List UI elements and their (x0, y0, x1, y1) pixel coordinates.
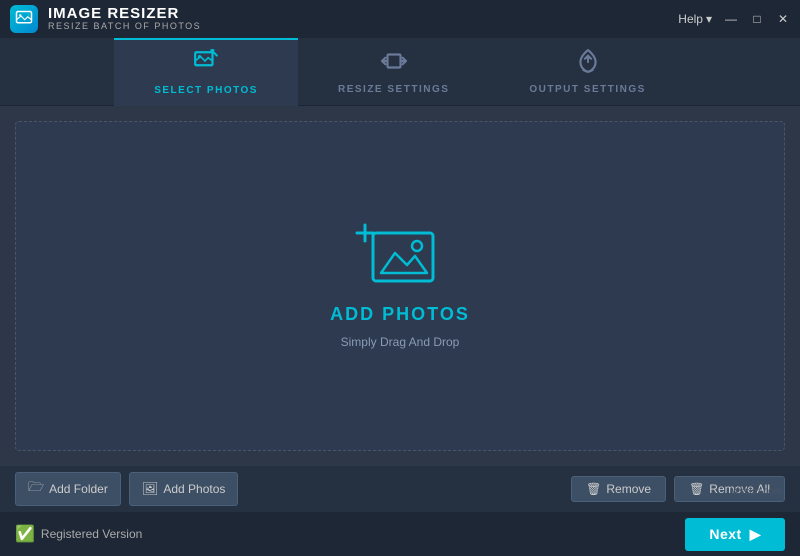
tab-output-settings[interactable]: OUTPUT SETTINGS (489, 38, 685, 105)
folder-icon: 🗁 (28, 478, 44, 500)
resize-settings-icon (381, 48, 407, 80)
tab-resize-settings-label: RESIZE SETTINGS (338, 84, 449, 95)
next-button[interactable]: Next ▶ (685, 518, 785, 551)
maximize-button[interactable]: □ (750, 12, 764, 26)
app-title: IMAGE RESIZER (48, 6, 201, 23)
bottom-right-buttons: 🗑 Remove 🗑 Remove All (571, 476, 785, 502)
title-bar-controls: Help ▾ — □ ✕ (678, 12, 790, 26)
tab-resize-settings[interactable]: RESIZE SETTINGS (298, 38, 489, 105)
app-subtitle: RESIZE BATCH OF PHOTOS (48, 22, 201, 32)
registered-icon: ✅ (15, 524, 35, 544)
remove-button[interactable]: 🗑 Remove (571, 476, 666, 502)
title-bar-left: IMAGE RESIZER RESIZE BATCH OF PHOTOS (10, 5, 201, 33)
drop-zone[interactable]: ADD PHOTOS Simply Drag And Drop (15, 121, 785, 451)
select-photos-icon (193, 49, 219, 81)
output-settings-icon (575, 48, 601, 80)
add-photos-button[interactable]: 🖼 Add Photos (129, 472, 239, 506)
remove-all-button[interactable]: 🗑 Remove All (674, 476, 785, 502)
status-text: Registered Version (41, 527, 142, 541)
tab-select-photos-label: SELECT PHOTOS (154, 85, 258, 96)
minimize-button[interactable]: — (724, 12, 738, 26)
remove-icon: 🗑 (586, 482, 601, 496)
add-folder-button[interactable]: 🗁 Add Folder (15, 472, 121, 506)
add-photos-label: ADD PHOTOS (330, 304, 470, 325)
next-arrow-icon: ▶ (750, 526, 761, 543)
remove-all-icon: 🗑 (689, 482, 704, 496)
help-button[interactable]: Help ▾ (678, 12, 712, 26)
bottom-toolbar: 🗁 Add Folder 🖼 Add Photos 🗑 Remove 🗑 Rem… (0, 466, 800, 512)
status-bar: ✅ Registered Version Next ▶ (0, 512, 800, 556)
tabs-bar: SELECT PHOTOS RESIZE SETTINGS OUTPUT SET… (0, 38, 800, 106)
add-photos-icon (355, 224, 445, 294)
tab-output-settings-label: OUTPUT SETTINGS (529, 84, 645, 95)
app-icon (10, 5, 38, 33)
photo-icon: 🖼 (142, 481, 159, 497)
tab-select-photos[interactable]: SELECT PHOTOS (114, 38, 298, 105)
close-button[interactable]: ✕ (776, 12, 790, 26)
status-left: ✅ Registered Version (15, 524, 142, 544)
bottom-left-buttons: 🗁 Add Folder 🖼 Add Photos (15, 472, 238, 506)
title-bar: IMAGE RESIZER RESIZE BATCH OF PHOTOS Hel… (0, 0, 800, 38)
add-photos-sublabel: Simply Drag And Drop (341, 335, 460, 349)
title-text: IMAGE RESIZER RESIZE BATCH OF PHOTOS (48, 6, 201, 32)
